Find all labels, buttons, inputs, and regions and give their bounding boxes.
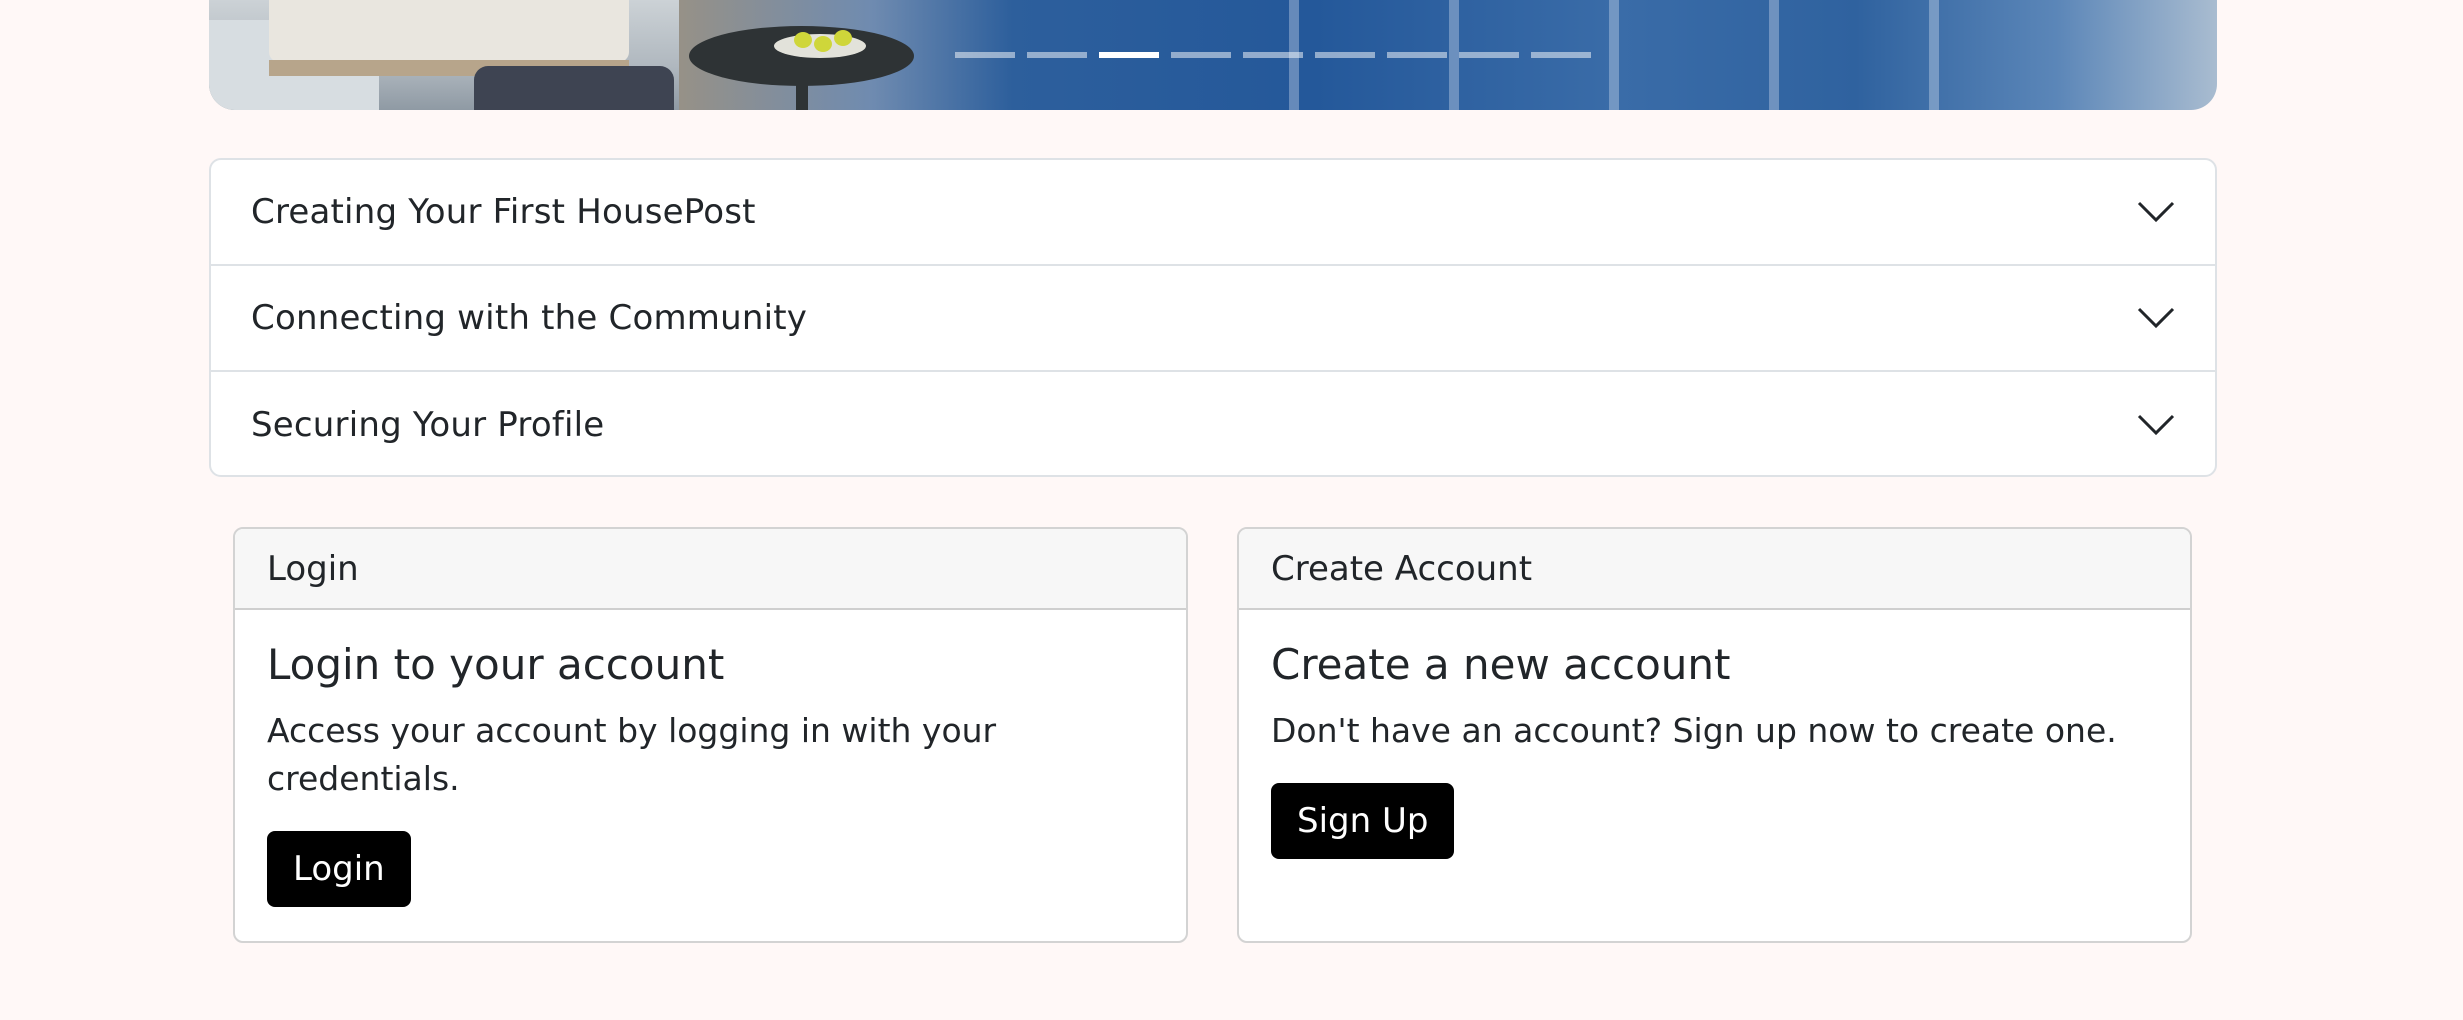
sign-up-button[interactable]: Sign Up — [1271, 783, 1455, 859]
lemon-image — [834, 30, 852, 46]
accordion-item-title: Connecting with the Community — [251, 298, 808, 338]
accordion-item-securing-profile[interactable]: Securing Your Profile — [211, 372, 2215, 475]
lemon-image — [814, 36, 832, 52]
faq-accordion: Creating Your First HousePost Connecting… — [209, 158, 2217, 477]
hero-carousel[interactable] — [209, 0, 2217, 110]
create-account-card-header: Create Account — [1239, 529, 2190, 610]
login-card-title: Login to your account — [267, 640, 725, 689]
accordion-item-community[interactable]: Connecting with the Community — [211, 266, 2215, 372]
login-card-text: Access your account by logging in with y… — [267, 711, 997, 798]
towel-image — [474, 66, 674, 110]
carousel-indicator[interactable] — [955, 52, 1015, 58]
accordion-item-first-housepost[interactable]: Creating Your First HousePost — [211, 160, 2215, 266]
login-card-body: Login to your account Access your accoun… — [235, 610, 1186, 907]
carousel-indicator[interactable] — [1387, 52, 1447, 58]
chevron-down-icon — [2137, 201, 2175, 223]
carousel-indicator[interactable] — [1171, 52, 1231, 58]
create-account-card-body: Create a new account Don't have an accou… — [1239, 610, 2190, 859]
chevron-down-icon — [2137, 307, 2175, 329]
side-table-leg-image — [796, 80, 808, 110]
lemon-image — [794, 32, 812, 48]
carousel-indicator[interactable] — [1315, 52, 1375, 58]
create-account-card: Create Account Create a new account Don'… — [1237, 527, 2192, 943]
carousel-indicator[interactable] — [1243, 52, 1303, 58]
login-card-header: Login — [235, 529, 1186, 610]
carousel-indicator[interactable] — [1027, 52, 1087, 58]
accordion-item-title: Securing Your Profile — [251, 405, 605, 445]
accordion-item-title: Creating Your First HousePost — [251, 192, 756, 232]
login-button[interactable]: Login — [267, 831, 411, 907]
chevron-down-icon — [2137, 414, 2175, 436]
create-account-card-text: Don't have an account? Sign up now to cr… — [1271, 711, 2117, 750]
carousel-indicator[interactable] — [1099, 52, 1159, 58]
carousel-indicator[interactable] — [1531, 52, 1591, 58]
carousel-indicator[interactable] — [1459, 52, 1519, 58]
login-card: Login Login to your account Access your … — [233, 527, 1188, 943]
create-account-card-title: Create a new account — [1271, 640, 1731, 689]
carousel-indicators — [209, 52, 2217, 58]
